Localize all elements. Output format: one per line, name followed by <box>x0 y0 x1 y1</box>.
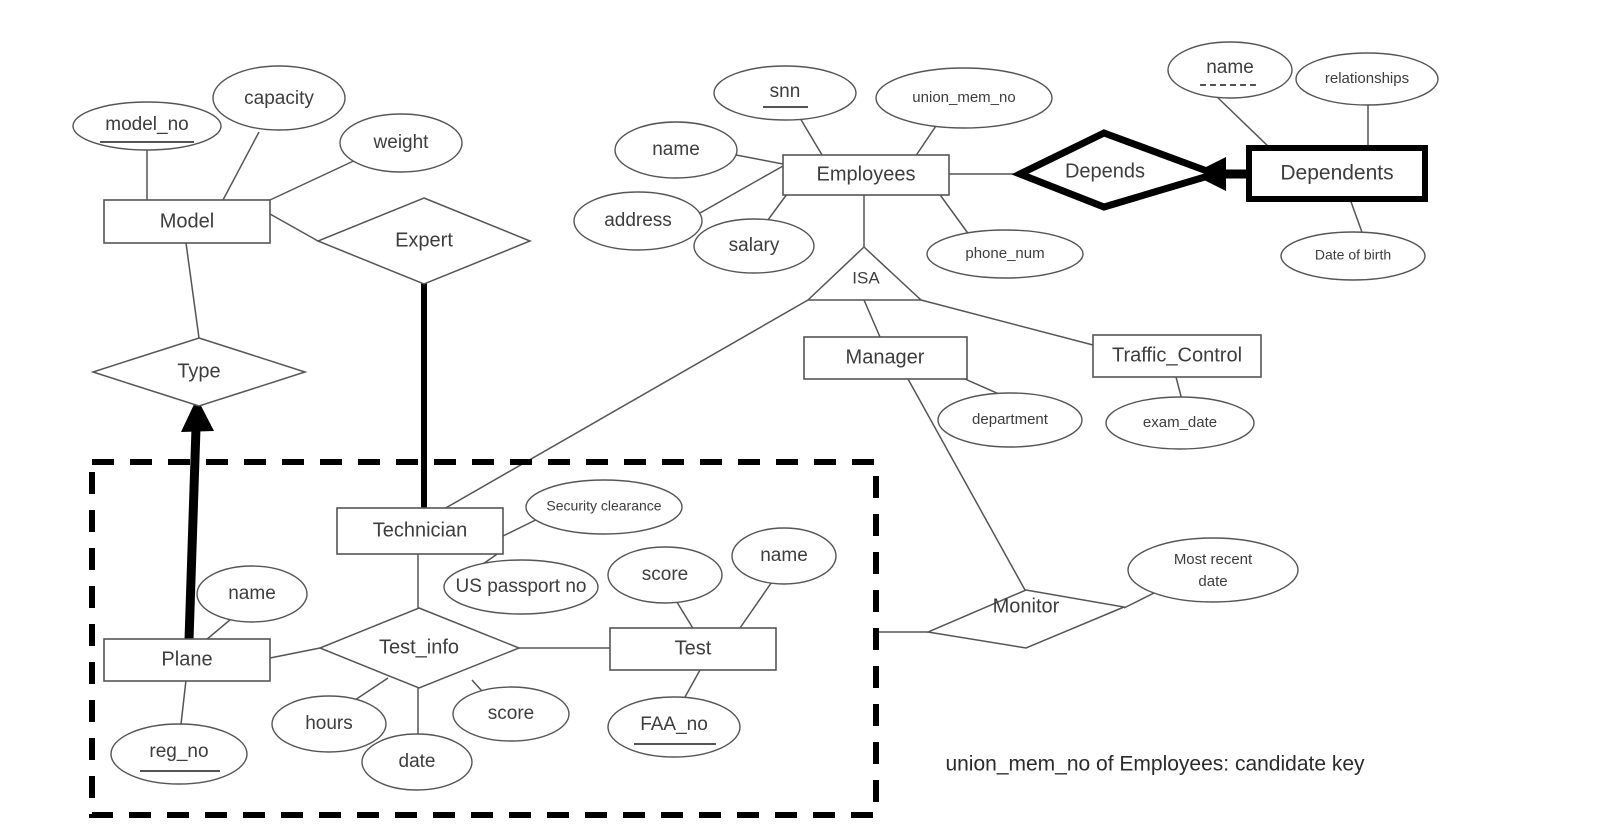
relationship-type[interactable]: Type <box>90 337 308 407</box>
attribute-most-recent-date[interactable]: Most recent date <box>1127 537 1299 603</box>
edge-plane-type <box>184 427 201 641</box>
attribute-testinfo-score[interactable]: score <box>452 686 570 742</box>
attribute-phone-num-label: phone_num <box>965 245 1044 262</box>
attribute-phone-num[interactable]: phone_num <box>926 229 1084 279</box>
attribute-salary-label: salary <box>729 235 780 256</box>
entity-traffic-control[interactable]: Traffic_Control <box>1092 334 1262 378</box>
entity-test[interactable]: Test <box>609 627 777 671</box>
entity-traffic-control-label: Traffic_Control <box>1112 344 1242 366</box>
attribute-address[interactable]: address <box>573 191 703 251</box>
attribute-reg-no[interactable]: reg_no <box>110 723 248 785</box>
attribute-date-of-birth[interactable]: Date of birth <box>1280 231 1426 281</box>
attribute-department-label: department <box>972 411 1049 428</box>
attribute-capacity[interactable]: capacity <box>212 65 346 131</box>
attribute-test-score[interactable]: score <box>607 546 723 604</box>
edge-model-expert <box>269 213 319 242</box>
relationship-monitor-label: Monitor <box>993 595 1060 617</box>
edge-model-weight <box>269 157 361 201</box>
relationship-expert-label: Expert <box>395 229 453 251</box>
attribute-faa-no[interactable]: FAA_no <box>607 696 741 758</box>
relationship-depends-label: Depends <box>1065 160 1145 182</box>
relationship-type-label: Type <box>177 360 220 382</box>
edge-isa-manager <box>863 299 881 338</box>
attribute-test-name-label: name <box>760 545 808 566</box>
entity-dependents-label: Dependents <box>1280 162 1393 185</box>
entity-model[interactable]: Model <box>103 199 271 244</box>
isa-hierarchy[interactable]: ISA <box>806 245 923 301</box>
attribute-us-passport-no-label: US passport no <box>456 576 587 597</box>
attribute-snn-label: snn <box>770 81 801 102</box>
attribute-employees-name-label: name <box>652 139 700 160</box>
attribute-security-clearance[interactable]: Security clearance <box>525 479 683 535</box>
attribute-employees-name[interactable]: name <box>614 121 738 179</box>
er-diagram-canvas: Model Employees Dependents Manager Traff… <box>0 0 1602 828</box>
relationship-test-info[interactable]: Test_info <box>317 607 522 689</box>
isa-label: ISA <box>852 268 880 287</box>
diagram-note: union_mem_no of Employees: candidate key <box>945 753 1365 776</box>
attribute-plane-name[interactable]: name <box>196 565 308 623</box>
entity-plane-label: Plane <box>161 648 212 670</box>
attribute-most-recent-date-line2: date <box>1198 573 1227 590</box>
attribute-weight[interactable]: weight <box>339 113 463 173</box>
edge-dependents-dateofbirth <box>1349 198 1364 236</box>
attribute-test-name[interactable]: name <box>731 527 837 585</box>
edge-employees-name <box>735 154 784 165</box>
er-diagram-svg: Model Employees Dependents Manager Traff… <box>72 41 1439 818</box>
attribute-testinfo-score-label: score <box>488 703 534 724</box>
entity-model-label: Model <box>160 210 214 232</box>
edge-employees-snn <box>799 117 826 161</box>
edge-model-capacity <box>222 131 260 201</box>
attribute-salary[interactable]: salary <box>693 218 815 274</box>
entity-manager[interactable]: Manager <box>803 336 968 380</box>
attribute-date-of-birth-label: Date of birth <box>1315 247 1391 263</box>
attribute-hours-label: hours <box>305 713 353 734</box>
entity-manager-label: Manager <box>846 346 925 368</box>
attribute-faa-no-label: FAA_no <box>640 714 708 735</box>
attribute-weight-label: weight <box>373 132 430 153</box>
entity-employees[interactable]: Employees <box>782 154 950 196</box>
edge-testinfo-plane <box>269 647 321 659</box>
attribute-model-no-label: model_no <box>105 114 188 135</box>
attribute-date[interactable]: date <box>361 733 473 791</box>
attribute-reg-no-label: reg_no <box>149 741 208 762</box>
attribute-union-mem-no-label: union_mem_no <box>912 89 1015 106</box>
attribute-relationships-label: relationships <box>1325 70 1409 87</box>
attribute-date-label: date <box>399 751 436 772</box>
attribute-exam-date[interactable]: exam_date <box>1105 396 1255 450</box>
attribute-capacity-label: capacity <box>244 88 314 109</box>
attribute-snn[interactable]: snn <box>713 65 857 121</box>
attribute-model-no[interactable]: model_no <box>72 101 222 151</box>
attribute-most-recent-date-line1: Most recent <box>1174 551 1253 568</box>
entity-employees-label: Employees <box>817 163 916 185</box>
attribute-address-label: address <box>604 210 672 231</box>
attribute-relationships[interactable]: relationships <box>1295 52 1439 106</box>
relationship-test-info-label: Test_info <box>379 636 459 658</box>
attribute-dependents-name[interactable]: name <box>1167 41 1293 99</box>
edge-model-type <box>185 242 200 339</box>
entity-test-label: Test <box>675 637 712 659</box>
attribute-test-score-label: score <box>642 564 688 585</box>
entity-plane[interactable]: Plane <box>103 638 271 682</box>
entity-dependents[interactable]: Dependents <box>1246 145 1428 202</box>
attribute-department[interactable]: department <box>937 392 1083 448</box>
attribute-dependents-name-label: name <box>1206 57 1254 78</box>
attribute-plane-name-label: name <box>228 583 276 604</box>
attribute-us-passport-no[interactable]: US passport no <box>443 559 599 615</box>
edge-dependents-name <box>1214 94 1273 151</box>
entity-technician[interactable]: Technician <box>336 507 504 555</box>
relationship-depends[interactable]: Depends <box>1011 129 1227 211</box>
attribute-hours[interactable]: hours <box>271 695 387 753</box>
attribute-exam-date-label: exam_date <box>1143 414 1217 431</box>
relationship-monitor[interactable]: Monitor <box>925 589 1127 649</box>
attribute-union-mem-no[interactable]: union_mem_no <box>875 67 1053 129</box>
attribute-security-clearance-label: Security clearance <box>546 498 661 514</box>
relationship-expert[interactable]: Expert <box>316 197 532 285</box>
entity-technician-label: Technician <box>373 519 468 541</box>
